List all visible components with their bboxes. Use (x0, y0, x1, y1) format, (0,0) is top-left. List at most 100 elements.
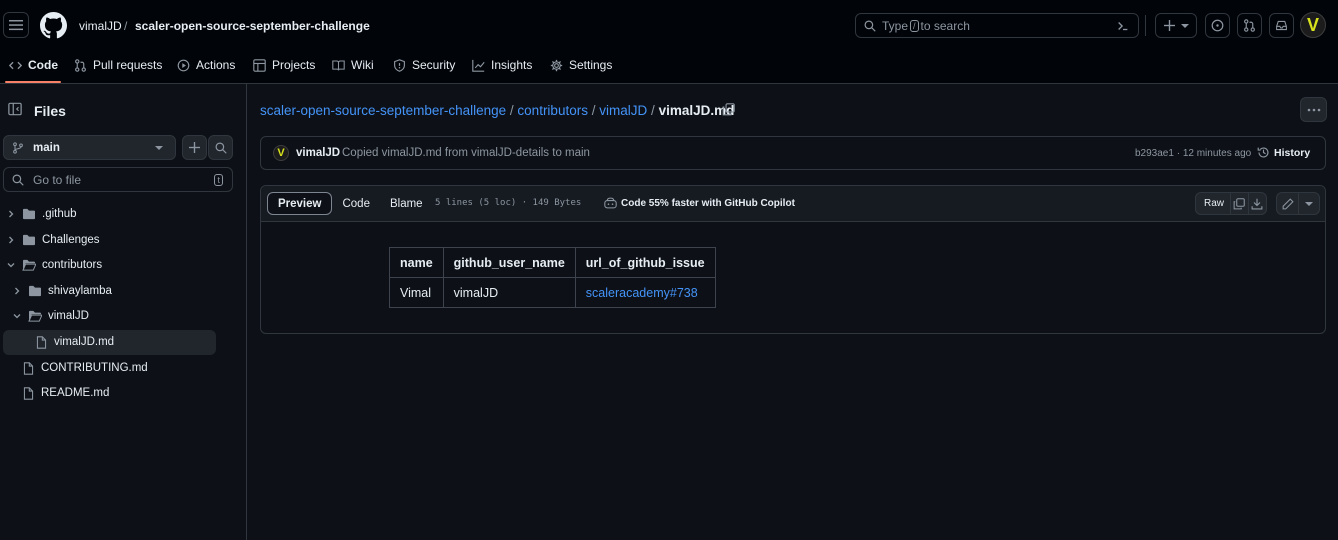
collapse-sidebar-button[interactable] (8, 102, 22, 116)
branch-selector[interactable]: main (3, 135, 176, 160)
breadcrumb-repo-link[interactable]: scaler-open-source-september-challenge (260, 103, 506, 118)
gear-icon (550, 59, 563, 71)
copy-path-button[interactable] (722, 103, 735, 116)
pull-requests-button[interactable] (1237, 13, 1262, 38)
tree-item-contributing-md[interactable]: CONTRIBUTING.md (23, 355, 148, 381)
copy-icon (1233, 197, 1246, 209)
tab-code-label: Code (28, 58, 58, 72)
active-tab-indicator (5, 81, 61, 83)
tree-item-challenges[interactable]: Challenges (4, 227, 100, 253)
folder-open-icon (22, 259, 36, 271)
history-icon (1257, 147, 1269, 158)
search-icon (12, 174, 24, 186)
repo-link[interactable]: scaler-open-source-september-challenge (135, 19, 370, 33)
command-palette-icon[interactable] (1116, 19, 1130, 33)
tree-item-vimaljd-folder[interactable]: vimalJD (10, 303, 89, 329)
tab-wiki[interactable]: Wiki (332, 55, 374, 75)
folder-icon (23, 234, 35, 246)
tab-pull-requests[interactable]: Pull requests (74, 55, 162, 75)
breadcrumb-separator: / (651, 103, 655, 118)
file-icon (36, 335, 47, 349)
branch-icon (13, 141, 23, 154)
history-button[interactable]: History (1257, 146, 1310, 159)
table-icon (253, 58, 266, 72)
caret-down-icon (155, 145, 163, 150)
github-logo-icon[interactable] (40, 12, 67, 39)
file-breadcrumb: scaler-open-source-september-challenge /… (260, 103, 734, 118)
table-row: Vimal vimalJD scaleracademy#738 (389, 277, 716, 308)
go-to-file-input[interactable]: Go to file t (3, 167, 233, 192)
more-options-button[interactable] (1300, 97, 1327, 122)
create-new-button[interactable] (1155, 13, 1197, 38)
tab-security[interactable]: Security (393, 55, 455, 75)
issue-link[interactable]: scaleracademy#738 (586, 286, 698, 300)
chevron-right-icon (9, 236, 14, 244)
caret-down-icon (1180, 23, 1189, 28)
tree-item-label: vimalJD.md (54, 336, 115, 348)
tab-blame[interactable]: Blame (380, 192, 433, 215)
user-avatar[interactable]: V (1300, 12, 1326, 38)
tab-code[interactable]: Code (9, 55, 58, 75)
plus-icon (189, 142, 200, 153)
tree-item-label: CONTRIBUTING.md (41, 362, 148, 374)
kebab-horizontal-icon (1307, 108, 1320, 111)
search-icon (215, 142, 227, 154)
tab-insights[interactable]: Insights (472, 55, 532, 75)
owner-link[interactable]: vimalJD (79, 19, 122, 33)
tree-item-label: Challenges (42, 234, 100, 246)
copilot-icon (604, 197, 617, 209)
issues-button[interactable] (1205, 13, 1230, 38)
tab-code-view[interactable]: Code (332, 192, 380, 215)
tab-projects[interactable]: Projects (253, 55, 315, 75)
copy-raw-button[interactable] (1231, 193, 1249, 214)
hamburger-icon (9, 20, 23, 31)
table-header-cell: name (389, 247, 444, 278)
breadcrumb-separator: / (124, 19, 128, 33)
raw-button[interactable]: Raw (1196, 193, 1232, 214)
search-files-button[interactable] (208, 135, 233, 160)
commit-author[interactable]: vimalJD (296, 147, 340, 159)
commit-message[interactable]: Copied vimalJD.md from vimalJD-details t… (342, 147, 590, 159)
file-icon (23, 361, 34, 375)
caret-down-icon (1305, 201, 1313, 206)
commit-sha-time[interactable]: b293ae1 · 12 minutes ago (1135, 148, 1251, 159)
search-input[interactable]: Type / to search (855, 13, 1139, 38)
tab-pull-requests-label: Pull requests (93, 58, 163, 72)
breadcrumb-vimaljd-link[interactable]: vimalJD (599, 103, 647, 118)
tree-item-readme-md[interactable]: README.md (23, 380, 109, 406)
book-icon (332, 60, 345, 70)
tree-item-label: vimalJD (48, 310, 89, 322)
breadcrumb-contributors-link[interactable]: contributors (517, 103, 588, 118)
header-divider (1145, 15, 1146, 36)
search-placeholder-post: to search (920, 18, 970, 33)
add-file-button[interactable] (182, 135, 207, 160)
tree-item-github[interactable]: .github (4, 201, 77, 227)
tree-item-label: .github (42, 208, 77, 220)
edit-menu-button[interactable] (1299, 193, 1319, 214)
copilot-promo-text: Code 55% faster with GitHub Copilot (621, 197, 795, 209)
tree-item-vimaljd-md[interactable]: vimalJD.md (36, 329, 114, 355)
tab-settings[interactable]: Settings (550, 55, 612, 75)
tree-item-contributors[interactable]: contributors (4, 252, 102, 278)
folder-open-icon (28, 310, 42, 322)
folder-icon (29, 285, 41, 297)
tab-security-label: Security (412, 58, 456, 72)
tab-preview[interactable]: Preview (267, 192, 333, 215)
search-shortcut-key: / (910, 19, 919, 32)
tab-actions[interactable]: Actions (177, 55, 235, 75)
inbox-button[interactable] (1269, 13, 1294, 38)
copilot-promo[interactable]: Code 55% faster with GitHub Copilot (604, 197, 795, 209)
tree-item-shivaylamba[interactable]: shivaylamba (10, 278, 112, 304)
commit-author-avatar[interactable]: V (273, 145, 289, 161)
table-cell-link: scaleracademy#738 (574, 277, 716, 308)
edit-actions-group (1276, 192, 1320, 215)
menu-button[interactable] (3, 12, 29, 38)
download-icon (1251, 198, 1263, 209)
pencil-icon (1282, 197, 1294, 209)
edit-file-button[interactable] (1277, 193, 1299, 214)
breadcrumb-separator: / (591, 103, 596, 118)
table-header-cell: url_of_github_issue (574, 247, 716, 278)
markdown-table: name github_user_name url_of_github_issu… (389, 247, 716, 308)
tab-insights-label: Insights (491, 58, 533, 72)
download-button[interactable] (1249, 193, 1266, 214)
